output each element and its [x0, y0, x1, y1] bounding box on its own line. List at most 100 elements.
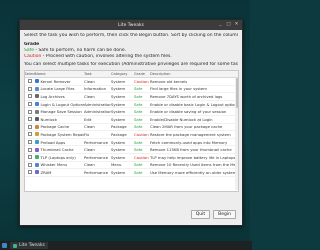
task-icon: [35, 140, 39, 145]
task-name: Preload Apps: [40, 139, 66, 145]
row-checkbox[interactable]: [28, 162, 32, 167]
column-header-category[interactable]: Category: [111, 72, 134, 76]
table-row[interactable]: Manage Save Session Administration System S…: [25, 108, 238, 116]
task-grade: Safe: [134, 93, 143, 99]
row-checkbox[interactable]: [28, 94, 32, 99]
task-type: Administration: [84, 101, 111, 107]
task-name: Log Archives: [40, 93, 65, 99]
task-type: Clean: [84, 147, 95, 153]
task-category: System: [111, 169, 126, 175]
row-name-cell: Whisker Menu: [35, 162, 84, 167]
column-header-name[interactable]: Name: [35, 72, 84, 76]
taskbar: Lite Tweaks: [0, 241, 252, 250]
table-row[interactable]: Kernel Remover Clean System Caution Remove o…: [25, 78, 238, 86]
row-select-cell: [25, 170, 35, 175]
row-checkbox[interactable]: [28, 124, 32, 129]
task-icon: [35, 124, 39, 129]
task-description: Enable or disable basic Login & Logout o…: [150, 101, 238, 107]
tasks-table: Select Name Task Category Grade Descript…: [24, 70, 239, 192]
row-checkbox[interactable]: [28, 170, 32, 175]
scrollbar-thumb[interactable]: [235, 78, 238, 108]
task-type: Information: [84, 86, 106, 92]
task-name: Login & Logout Options: [40, 101, 85, 107]
table-row[interactable]: Whisker Menu Clean Menu Safe Remove 10 Recen…: [25, 162, 238, 170]
task-category: System: [111, 93, 126, 99]
row-checkbox[interactable]: [28, 147, 32, 152]
row-name-cell: Preload Apps: [35, 140, 84, 145]
task-category: System: [111, 101, 126, 107]
column-header-select[interactable]: Select: [25, 72, 36, 76]
table-row[interactable]: TLP (Laptops only) Performance System Cauti…: [25, 154, 238, 162]
column-header-description[interactable]: Description: [150, 72, 238, 76]
row-checkbox[interactable]: [28, 79, 32, 84]
menu-icon[interactable]: [2, 243, 7, 248]
row-checkbox[interactable]: [28, 109, 32, 114]
minimize-button[interactable]: _: [218, 22, 223, 27]
row-name-cell: Manage Save Session: [35, 109, 84, 114]
row-select-cell: [25, 94, 35, 99]
task-grade: Safe: [134, 109, 143, 115]
task-icon: [35, 155, 39, 160]
task-description: Remove old kernels: [150, 78, 188, 84]
task-icon: [35, 79, 39, 84]
table-row[interactable]: Locate Large Files Information System Safe F…: [25, 86, 238, 94]
task-grade: Caution: [134, 78, 149, 84]
table-row[interactable]: ZRAM Performance System Safe Use Memory more…: [25, 169, 238, 177]
row-checkbox[interactable]: [28, 102, 32, 107]
maximize-button[interactable]: □: [226, 22, 231, 27]
table-row[interactable]: Package System Repair Fix Package Caution Re…: [25, 131, 238, 139]
task-name: Whisker Menu: [40, 162, 68, 168]
table-row[interactable]: Numlock Edit System Safe Enable/Disable Numl…: [25, 116, 238, 124]
task-icon: [35, 86, 39, 91]
row-checkbox[interactable]: [28, 140, 32, 145]
task-category: Menu: [111, 162, 122, 168]
task-name: Package System Repair: [40, 131, 85, 137]
table-scrollbar[interactable]: [235, 78, 238, 190]
column-header-grade[interactable]: Grade: [134, 72, 150, 76]
task-name: ZRAM: [40, 169, 52, 175]
task-category: Package: [111, 131, 127, 137]
row-select-cell: [25, 79, 35, 84]
task-description: Enable or disable saving of your session: [150, 109, 227, 115]
task-grade: Safe: [134, 139, 143, 145]
task-grade: Safe: [134, 147, 143, 153]
row-select-cell: [25, 162, 35, 167]
title-bar[interactable]: Lite Tweaks _ □ ✕: [20, 20, 242, 30]
task-type: Clean: [84, 93, 95, 99]
task-description: Restore the package management system: [150, 131, 231, 137]
task-type: Performance: [84, 169, 109, 175]
task-category: System: [111, 109, 126, 115]
table-header: Select Name Task Category Grade Descript…: [25, 71, 238, 78]
quit-button[interactable]: Quit: [190, 210, 211, 219]
row-checkbox[interactable]: [28, 117, 32, 122]
taskbar-app-lite-tweaks[interactable]: Lite Tweaks: [10, 242, 48, 249]
row-select-cell: [25, 109, 35, 114]
task-grade: Safe: [134, 116, 143, 122]
task-name: Kernel Remover: [40, 78, 71, 84]
table-row[interactable]: Thumbnail Cache Clean System Safe Remove 115…: [25, 146, 238, 154]
column-header-task[interactable]: Task: [84, 72, 111, 76]
task-icon: [35, 132, 39, 137]
table-row[interactable]: Log Archives Clean System Safe Remove 7DAYS …: [25, 93, 238, 101]
task-grade: Safe: [134, 124, 143, 130]
row-name-cell: Package System Repair: [35, 132, 84, 137]
row-checkbox[interactable]: [28, 155, 32, 160]
task-description: Find large files in your system: [150, 86, 207, 92]
row-checkbox[interactable]: [28, 86, 32, 91]
row-checkbox[interactable]: [28, 132, 32, 137]
close-button[interactable]: ✕: [234, 22, 239, 27]
task-icon: [35, 94, 39, 99]
row-select-cell: [25, 132, 35, 137]
task-description: Use Memory more efficiently on older sys…: [150, 169, 238, 175]
table-row[interactable]: Login & Logout Options Administration Syst…: [25, 101, 238, 109]
begin-button[interactable]: Begin: [213, 210, 236, 219]
window-controls: _ □ ✕: [218, 22, 239, 27]
task-type: Administration: [84, 109, 111, 115]
table-row[interactable]: Package Cache Clean Package Safe Clean 2MAR …: [25, 124, 238, 132]
row-name-cell: Kernel Remover: [35, 79, 84, 84]
row-select-cell: [25, 147, 35, 152]
window-content: Select the task you wish to perform, the…: [20, 30, 242, 192]
row-name-cell: TLP (Laptops only): [35, 155, 84, 160]
table-row[interactable]: Preload Apps Performance System Safe Fetch c…: [25, 139, 238, 147]
task-type: Performance: [84, 154, 109, 160]
